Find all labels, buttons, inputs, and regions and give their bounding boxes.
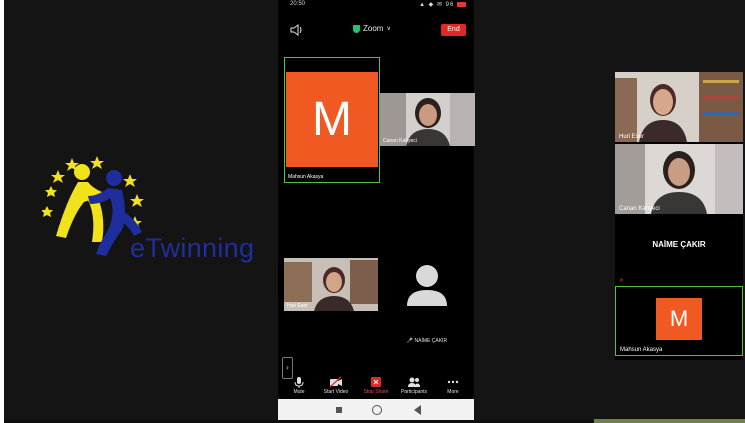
- video-tile-huri-eser[interactable]: Huri Eser: [284, 258, 378, 311]
- gallery-tile-mahsun-akasya[interactable]: M Mahsun Akasya: [615, 286, 743, 356]
- participant-video: [615, 72, 743, 142]
- more-button[interactable]: More: [435, 376, 471, 395]
- gallery-tile-huri-eser[interactable]: Huri Eser: [615, 72, 743, 142]
- etwinning-logo: eTwinning: [41, 150, 272, 280]
- video-tile-mahsun-akasya[interactable]: M Mahsun Akasya: [284, 57, 380, 183]
- status-icons: ▲ ◆ ✉ 96: [419, 1, 466, 8]
- participant-name: Mahsun Akasya: [288, 174, 324, 180]
- chevron-down-icon: ∨: [386, 26, 391, 32]
- start-video-button[interactable]: Start Video: [318, 376, 354, 395]
- gallery-view: Huri Eser Canan Kahyeci NAİME ÇAKIR ✕ M …: [615, 72, 743, 360]
- muted-mic-icon: 🎤: [406, 338, 414, 344]
- phone-screen: 20:50 ▲ ◆ ✉ 96 Zoom ∨ End M Mahsun Akasy…: [278, 0, 475, 423]
- speaker-icon[interactable]: [290, 24, 304, 36]
- microphone-icon: [294, 377, 304, 388]
- participant-name: Mahsun Akasya: [620, 347, 663, 353]
- back-icon[interactable]: [414, 405, 421, 415]
- encryption-shield-icon: [353, 24, 360, 33]
- meeting-top-bar: Zoom ∨ End: [278, 20, 474, 40]
- etwinning-wordmark: eTwinning: [130, 233, 255, 263]
- gallery-tile-canan-kahyeci[interactable]: Canan Kahyeci: [615, 144, 743, 214]
- more-icon: [447, 380, 459, 384]
- meeting-title[interactable]: Zoom ∨: [353, 24, 391, 33]
- participant-name: Canan Kahyeci: [383, 138, 417, 144]
- status-bar: 20:50 ▲ ◆ ✉ 96: [278, 0, 474, 10]
- stop-share-button[interactable]: Stop Share: [358, 376, 394, 395]
- muted-mic-icon: ✕: [619, 278, 625, 284]
- participant-name: Canan Kahyeci: [619, 206, 660, 212]
- gallery-tile-naime-cakir[interactable]: NAİME ÇAKIR ✕: [615, 216, 743, 286]
- avatar: M: [286, 72, 378, 167]
- meeting-title-text: Zoom: [363, 24, 384, 33]
- more-label: More: [447, 389, 459, 395]
- start-video-label: Start Video: [323, 389, 349, 395]
- battery-icon: [457, 1, 466, 7]
- participants-button[interactable]: Participants: [396, 376, 432, 395]
- video-frame: eTwinning 20:50 ▲ ◆ ✉ 96 Zoom ∨ End M Ma…: [4, 0, 745, 423]
- participants-icon: [408, 377, 420, 387]
- participant-name: NAİME ÇAKIR: [414, 338, 448, 344]
- end-meeting-button[interactable]: End: [441, 24, 466, 36]
- mute-label: Mute: [293, 389, 305, 395]
- video-tile-canan-kahyeci[interactable]: Canan Kahyeci: [380, 93, 475, 146]
- participant-name: Huri Eser: [287, 303, 308, 309]
- mute-button[interactable]: Mute: [281, 376, 317, 395]
- status-icons-text: ▲ ◆ ✉ 96: [419, 2, 455, 8]
- stop-share-icon: [371, 377, 381, 387]
- video-tile-naime-cakir[interactable]: 🎤 NAİME ÇAKIR: [380, 258, 474, 350]
- person-placeholder-icon: [407, 265, 447, 306]
- participants-label: Participants: [400, 389, 428, 395]
- meeting-toolbar: Mute Start Video Stop Share Participants…: [278, 376, 474, 398]
- background-corner: [594, 419, 745, 423]
- status-time: 20:50: [290, 1, 306, 7]
- home-icon[interactable]: [372, 405, 382, 415]
- participant-name-row: 🎤 NAİME ÇAKIR: [380, 338, 474, 344]
- avatar-initial: M: [669, 306, 689, 331]
- participant-name: Huri Eser: [619, 134, 645, 140]
- avatar: M: [656, 298, 702, 340]
- participant-video: [615, 144, 743, 214]
- participant-name: NAİME ÇAKIR: [652, 240, 706, 249]
- video-off-icon: [329, 376, 342, 388]
- avatar-initial: M: [312, 93, 352, 146]
- recents-icon[interactable]: [336, 407, 342, 413]
- stop-share-label: Stop Share: [363, 389, 389, 395]
